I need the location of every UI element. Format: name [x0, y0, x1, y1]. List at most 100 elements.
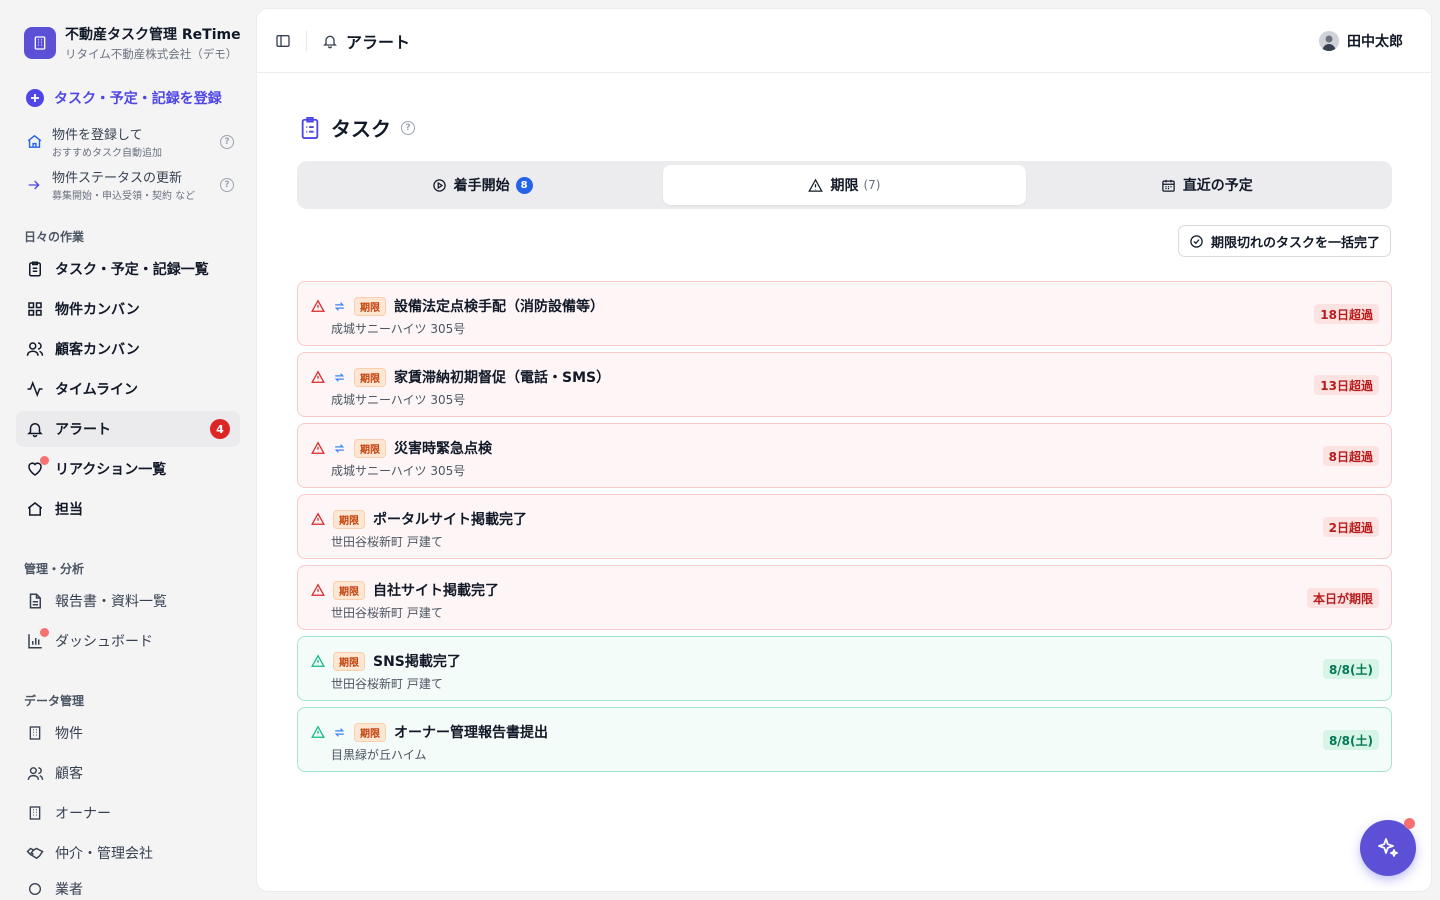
deadline-tag: 期限 — [333, 509, 365, 529]
nav-label: 報告書・資料一覧 — [55, 594, 167, 610]
nav-property-kanban[interactable]: 物件カンバン — [16, 291, 240, 327]
task-title: ポータルサイト掲載完了 — [373, 512, 527, 528]
tab-start[interactable]: 着手開始 8 — [301, 165, 663, 205]
tab-upcoming[interactable]: 直近の予定 — [1026, 165, 1388, 205]
repeat-icon — [333, 300, 346, 313]
section-manage: 管理・分析 — [24, 562, 85, 576]
task-row[interactable]: 期限 災害時緊急点検 成城サニーハイツ 305号 8日超過 — [297, 423, 1392, 488]
nav-label: アラート — [55, 422, 111, 438]
check-circle-icon — [1189, 234, 1204, 249]
help-icon[interactable]: ? — [401, 120, 415, 135]
task-title: 災害時緊急点検 — [394, 441, 492, 457]
action-title: 物件ステータスの更新 — [52, 171, 183, 186]
nav-label: 顧客 — [55, 766, 83, 782]
tab-label: 期限 — [830, 178, 859, 194]
action-title: 物件を登録して — [52, 128, 143, 143]
task-row[interactable]: 期限 家賃滞納初期督促（電話・SMS） 成城サニーハイツ 305号 13日超過 — [297, 352, 1392, 417]
building-icon — [25, 803, 45, 823]
status-badge: 18日超過 — [1314, 304, 1379, 324]
register-label: タスク・予定・記録を登録 — [54, 91, 222, 107]
home-icon — [25, 499, 45, 519]
warning-icon — [311, 299, 325, 313]
tab-deadline[interactable]: 期限 (7) — [663, 165, 1026, 205]
status-badge: 13日超過 — [1314, 375, 1379, 395]
nav-brokers[interactable]: 仲介・管理会社 — [16, 835, 240, 871]
nav-reactions[interactable]: リアクション一覧 — [16, 451, 240, 487]
sparkle-icon — [1376, 836, 1400, 860]
building-icon — [25, 723, 45, 743]
bell-icon — [322, 33, 338, 49]
task-property: 世田谷桜新町 戸建て — [331, 535, 443, 549]
brand-subtitle: リタイム不動産株式会社（デモ） — [65, 47, 238, 61]
task-property: 成城サニーハイツ 305号 — [331, 322, 466, 336]
register-property-action[interactable]: 物件を登録して おすすめタスク自動追加 ? — [24, 124, 234, 159]
notification-dot — [40, 456, 49, 465]
task-row[interactable]: 期限 オーナー管理報告書提出 目黒緑が丘ハイム 8/8(土) — [297, 707, 1392, 772]
user-menu[interactable]: 田中太郎 — [1319, 30, 1403, 51]
nav-assignee[interactable]: 担当 — [16, 491, 240, 527]
sidebar-toggle-icon[interactable] — [275, 33, 291, 49]
deadline-tag: 期限 — [354, 367, 386, 387]
task-title: 自社サイト掲載完了 — [373, 583, 499, 599]
task-row[interactable]: 期限 SNS掲載完了 世田谷桜新町 戸建て 8/8(土) — [297, 636, 1392, 701]
task-property: 世田谷桜新町 戸建て — [331, 606, 443, 620]
nav-properties[interactable]: 物件 — [16, 715, 240, 751]
nav-owners[interactable]: オーナー — [16, 795, 240, 831]
nav-label: 物件カンバン — [55, 302, 140, 318]
heart-icon — [25, 456, 49, 479]
play-circle-icon — [432, 178, 447, 193]
status-badge: 8/8(土) — [1322, 659, 1379, 679]
vendor-icon — [25, 879, 45, 899]
repeat-icon — [333, 371, 346, 384]
ai-assistant-button[interactable] — [1360, 818, 1416, 876]
bulk-complete-label: 期限切れのタスクを一括完了 — [1210, 235, 1380, 251]
bar-chart-icon — [25, 628, 49, 651]
grid-icon — [25, 299, 45, 319]
arrow-right-icon — [24, 177, 44, 193]
breadcrumb-title: アラート — [346, 32, 411, 52]
task-title: 設備法定点検手配（消防設備等） — [394, 299, 604, 315]
task-row[interactable]: 期限 ポータルサイト掲載完了 世田谷桜新町 戸建て 2日超過 — [297, 494, 1392, 559]
task-list: 期限 設備法定点検手配（消防設備等） 成城サニーハイツ 305号 18日超過 期… — [297, 281, 1392, 778]
nav-task-list[interactable]: タスク・予定・記録一覧 — [16, 251, 240, 287]
task-tabs: 着手開始 8 期限 (7) 直近の予定 — [297, 161, 1392, 209]
repeat-icon — [333, 442, 346, 455]
plus-icon — [26, 89, 44, 107]
nav-customers[interactable]: 顧客 — [16, 755, 240, 791]
status-badge: 2日超過 — [1322, 517, 1379, 537]
activity-icon — [25, 379, 45, 399]
clipboard-icon — [25, 259, 45, 279]
sidebar: 不動産タスク管理 ReTime リタイム不動産株式会社（デモ） タスク・予定・記… — [0, 0, 256, 900]
status-badge: 8日超過 — [1322, 446, 1379, 466]
warning-icon — [311, 725, 325, 739]
bell-icon — [25, 419, 45, 439]
building-icon — [24, 27, 56, 59]
nav-timeline[interactable]: タイムライン — [16, 371, 240, 407]
deadline-tag: 期限 — [333, 580, 365, 600]
nav-label: 仲介・管理会社 — [55, 846, 153, 862]
avatar — [1319, 30, 1339, 51]
task-row[interactable]: 期限 設備法定点検手配（消防設備等） 成城サニーハイツ 305号 18日超過 — [297, 281, 1392, 346]
nav-reports[interactable]: 報告書・資料一覧 — [16, 583, 240, 619]
repeat-icon — [333, 726, 346, 739]
nav-label: オーナー — [55, 806, 111, 822]
nav-customer-kanban[interactable]: 顧客カンバン — [16, 331, 240, 367]
nav-label: タイムライン — [55, 382, 139, 398]
bulk-complete-button[interactable]: 期限切れのタスクを一括完了 — [1177, 225, 1391, 257]
nav-alert[interactable]: アラート 4 — [16, 411, 240, 447]
brand[interactable]: 不動産タスク管理 ReTime リタイム不動産株式会社（デモ） — [24, 24, 243, 62]
users-icon — [25, 339, 45, 359]
task-title: SNS掲載完了 — [373, 654, 461, 670]
alert-count-badge: 4 — [210, 419, 230, 439]
update-status-action[interactable]: 物件ステータスの更新 募集開始・申込受領・契約 など ? — [24, 167, 234, 202]
help-icon[interactable]: ? — [220, 177, 234, 192]
deadline-tag: 期限 — [354, 722, 386, 742]
register-button[interactable]: タスク・予定・記録を登録 — [26, 88, 222, 108]
warning-icon — [311, 441, 325, 455]
help-icon[interactable]: ? — [220, 134, 234, 149]
nav-dashboard[interactable]: ダッシュボード — [16, 623, 240, 659]
document-icon — [25, 591, 45, 611]
tab-count-badge: 8 — [515, 176, 533, 194]
nav-vendors[interactable]: 業者 — [16, 871, 240, 900]
task-row[interactable]: 期限 自社サイト掲載完了 世田谷桜新町 戸建て 本日が期限 — [297, 565, 1392, 630]
